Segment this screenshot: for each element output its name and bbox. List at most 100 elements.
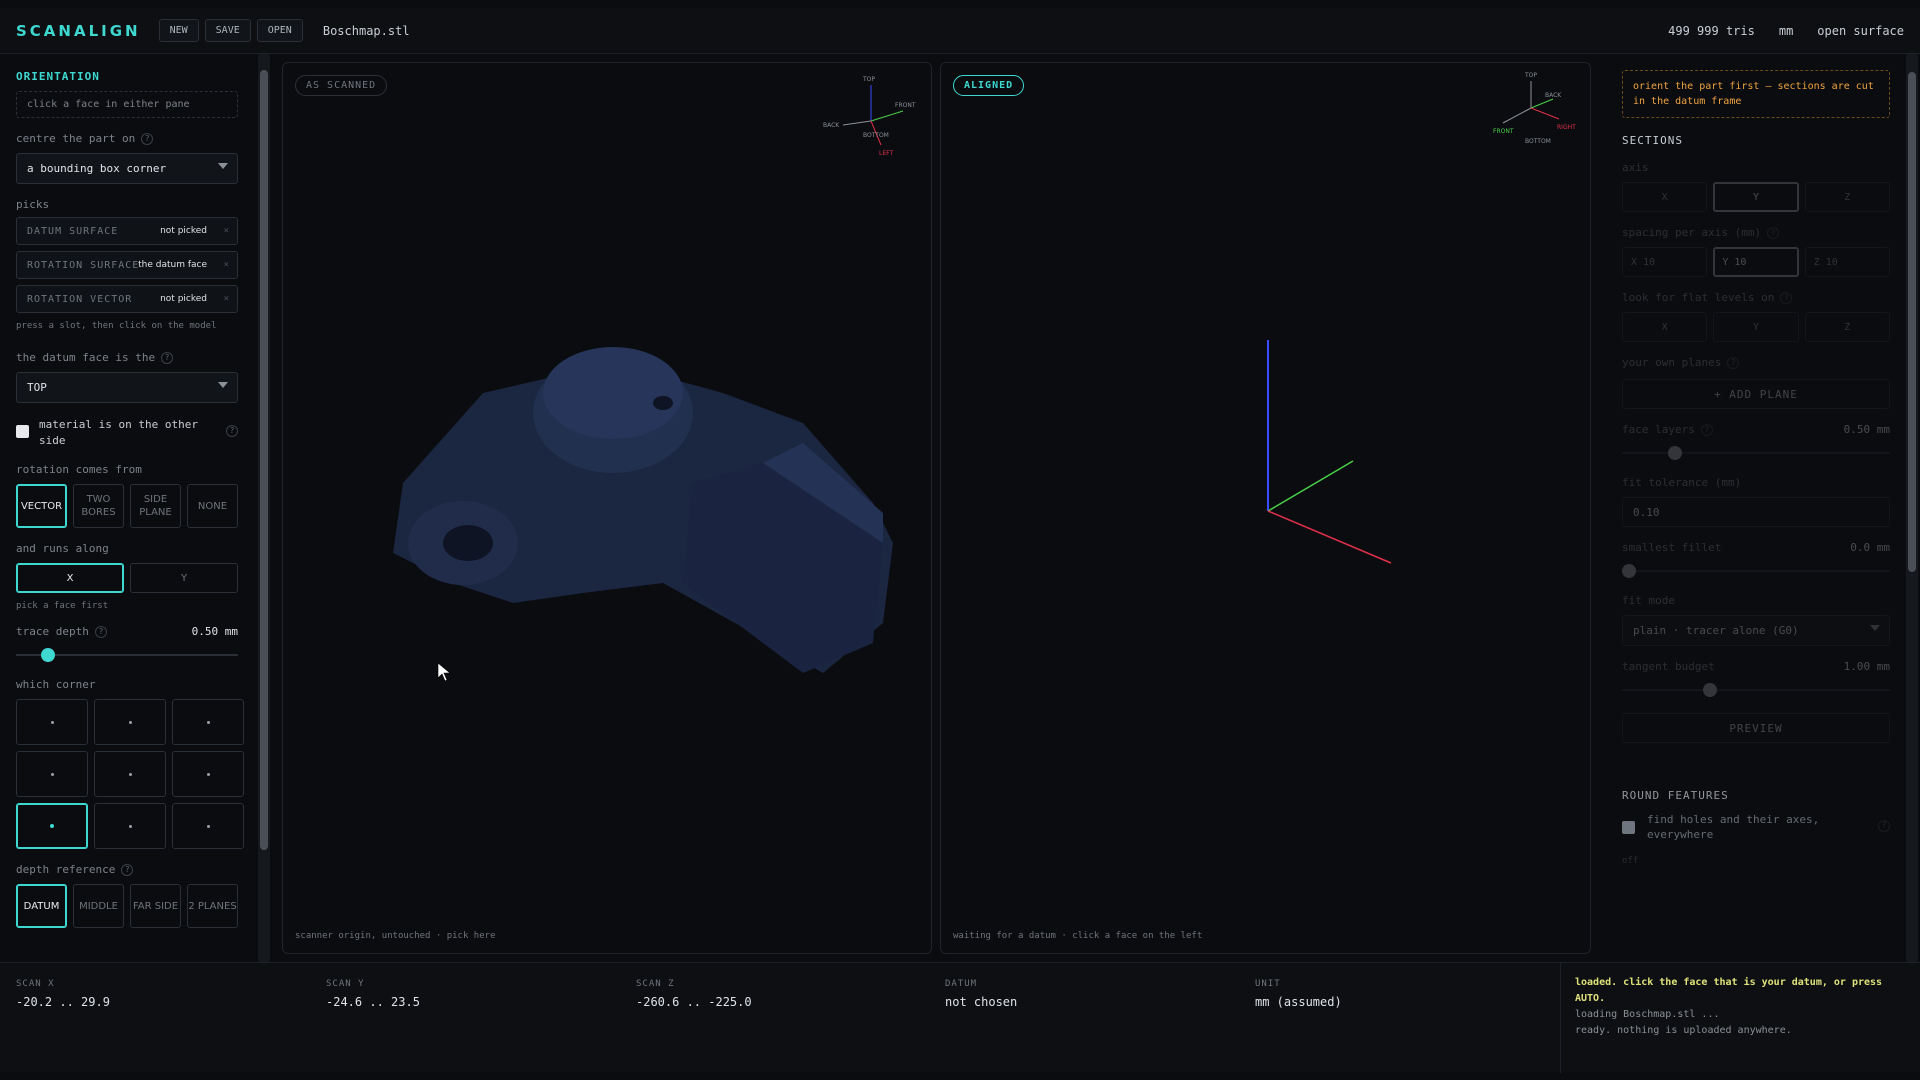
fillet-slider[interactable] xyxy=(1622,562,1890,580)
corner-cell[interactable] xyxy=(94,803,166,849)
round-features-checkbox[interactable] xyxy=(1622,821,1635,834)
spacing-y-field[interactable]: Y 10 xyxy=(1713,247,1799,277)
help-icon[interactable]: ? xyxy=(226,425,238,437)
corner-cell[interactable] xyxy=(172,751,244,797)
status-stats: 499 999 tris mm open surface xyxy=(1668,24,1904,38)
gizmo-front-label: FRONT xyxy=(1493,128,1514,135)
spacing-z-field[interactable]: Z 10 xyxy=(1804,247,1890,277)
face-layers-label-text: face layers xyxy=(1622,423,1695,436)
help-icon[interactable]: ? xyxy=(1700,423,1713,436)
scroll-thumb[interactable] xyxy=(260,70,268,850)
scan-x-info: SCAN X -20.2 .. 29.9 xyxy=(16,979,110,1009)
rotation-option-vector[interactable]: VECTOR xyxy=(16,484,67,528)
corner-cell[interactable] xyxy=(172,803,244,849)
axis-option-z[interactable]: Z xyxy=(1804,182,1890,212)
clear-icon[interactable]: × xyxy=(224,226,229,236)
help-icon[interactable]: ? xyxy=(1767,226,1780,239)
help-icon[interactable]: ? xyxy=(141,132,154,145)
aligned-canvas[interactable]: TOP BACK FRONT BOTTOM RIGHT xyxy=(941,63,1591,954)
corner-cell[interactable] xyxy=(172,699,244,745)
fit-mode-select[interactable]: plain · tracer alone (G0) xyxy=(1622,615,1890,646)
part-model[interactable] xyxy=(393,347,893,673)
datum-face-select[interactable]: TOP xyxy=(16,372,238,403)
slider-handle[interactable] xyxy=(1703,683,1718,697)
corner-cell[interactable] xyxy=(94,699,166,745)
pick-slot-rotation-vector[interactable]: ROTATION VECTOR not picked × xyxy=(16,285,238,313)
dot-icon xyxy=(128,720,132,724)
slider-handle[interactable] xyxy=(1667,446,1682,460)
viewport-as-scanned[interactable]: AS SCANNED TOP BACK FRONT BOTTOM LEFT sc… xyxy=(282,62,932,954)
fit-mode-value: plain · tracer alone (G0) xyxy=(1633,624,1799,637)
fit-tolerance-label: fit tolerance (mm) xyxy=(1622,476,1742,489)
help-icon[interactable]: ? xyxy=(1780,291,1793,304)
help-icon[interactable]: ? xyxy=(121,863,134,876)
new-button[interactable]: NEW xyxy=(158,19,199,42)
open-button[interactable]: OPEN xyxy=(256,19,303,42)
clear-icon[interactable]: × xyxy=(224,294,229,304)
depth-option-far-side[interactable]: FAR SIDE xyxy=(130,884,181,928)
slider-handle[interactable] xyxy=(1622,564,1636,578)
runs-option-x[interactable]: X xyxy=(16,563,124,593)
corner-cell[interactable] xyxy=(16,699,88,745)
pick-slot-rotation-surface[interactable]: ROTATION SURFACE the datum face × xyxy=(16,251,238,279)
flat-option-x[interactable]: X xyxy=(1622,312,1708,342)
tangent-slider[interactable] xyxy=(1622,681,1890,699)
spacing-x-field[interactable]: X 10 xyxy=(1622,247,1708,277)
spacing-axis: Y xyxy=(1722,256,1729,268)
round-features-label: find holes and their axes, everywhere xyxy=(1647,813,1820,841)
slider-handle[interactable] xyxy=(40,648,55,662)
runs-label: and runs along xyxy=(16,542,109,555)
help-icon[interactable]: ? xyxy=(1878,820,1890,832)
rotation-option-none[interactable]: NONE xyxy=(187,484,238,528)
picks-label: picks xyxy=(16,198,50,211)
clear-icon[interactable]: × xyxy=(224,260,229,270)
preview-button[interactable]: PREVIEW xyxy=(1622,713,1890,743)
unit-info: UNIT mm (assumed) xyxy=(1255,979,1342,1009)
add-plane-button[interactable]: + ADD PLANE xyxy=(1622,379,1890,409)
axis-option-x[interactable]: X xyxy=(1622,182,1708,212)
material-checkbox[interactable] xyxy=(16,425,29,438)
centre-label-text: centre the part on xyxy=(16,132,136,145)
runs-option-y[interactable]: Y xyxy=(130,563,238,593)
gizmo-back-label: BACK xyxy=(823,122,840,129)
dot-icon xyxy=(206,772,210,776)
right-scrollbar[interactable] xyxy=(1906,54,1918,962)
corner-cell-selected[interactable] xyxy=(16,803,88,849)
help-icon[interactable]: ? xyxy=(161,351,174,364)
rotation-option-two-bores[interactable]: TWO BORES xyxy=(73,484,124,528)
depth-label-text: depth reference xyxy=(16,863,116,876)
info-key: SCAN Y xyxy=(326,979,365,989)
tangent-row: tangent budget 1.00 mm xyxy=(1622,660,1890,673)
flat-option-z[interactable]: Z xyxy=(1804,312,1890,342)
depth-option-datum[interactable]: DATUM xyxy=(16,884,67,928)
scroll-thumb[interactable] xyxy=(1908,72,1916,572)
face-layers-slider[interactable] xyxy=(1622,444,1890,462)
sections-title: SECTIONS xyxy=(1622,134,1683,147)
info-value: -260.6 .. -225.0 xyxy=(636,995,752,1009)
depth-option-middle[interactable]: MIDDLE xyxy=(73,884,124,928)
axis-option-y[interactable]: Y xyxy=(1713,182,1799,212)
datum-face-label-text: the datum face is the xyxy=(16,351,156,364)
scan-canvas[interactable]: TOP BACK FRONT BOTTOM LEFT xyxy=(283,63,932,954)
viewport-aligned[interactable]: ALIGNED TOP BACK FRONT BOTTOM RIGHT wait… xyxy=(940,62,1591,954)
gizmo-back-label: BACK xyxy=(1545,92,1562,99)
trace-slider[interactable] xyxy=(16,646,238,664)
save-button[interactable]: SAVE xyxy=(204,19,251,42)
flat-label: look for flat levels on? xyxy=(1622,291,1890,304)
axis-group: X Y Z xyxy=(1622,182,1890,212)
left-scrollbar[interactable] xyxy=(258,54,270,962)
viewport-footer: scanner origin, untouched · pick here xyxy=(295,931,496,941)
face-layers-label: face layers? xyxy=(1622,423,1713,436)
dot-icon xyxy=(206,720,210,724)
centre-select[interactable]: a bounding box corner xyxy=(16,153,238,184)
rotation-option-side-plane[interactable]: SIDE PLANE xyxy=(130,484,181,528)
fit-tolerance-input[interactable]: 0.10 xyxy=(1622,497,1890,527)
pick-slot-datum[interactable]: DATUM SURFACE not picked × xyxy=(16,217,238,245)
flat-option-y[interactable]: Y xyxy=(1713,312,1799,342)
help-icon[interactable]: ? xyxy=(1727,356,1740,369)
corner-cell[interactable] xyxy=(16,751,88,797)
corner-cell[interactable] xyxy=(94,751,166,797)
orientation-hint: click a face in either pane xyxy=(16,91,238,118)
help-icon[interactable]: ? xyxy=(94,625,107,638)
depth-option-2-planes[interactable]: 2 PLANES xyxy=(187,884,238,928)
